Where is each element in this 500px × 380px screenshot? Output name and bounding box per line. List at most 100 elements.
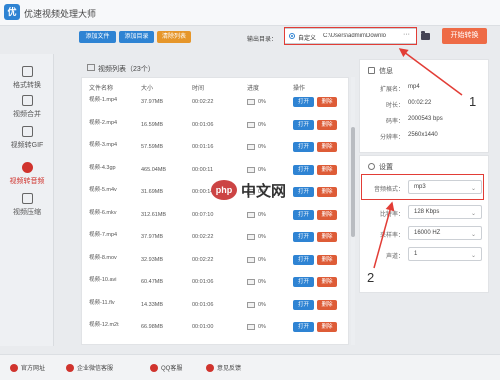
open-button[interactable]: 打开: [293, 119, 314, 130]
scroll-thumb[interactable]: [351, 127, 355, 237]
file-size: 31.69MB: [141, 189, 164, 195]
delete-button[interactable]: 删除: [317, 142, 337, 152]
open-button[interactable]: 打开: [293, 164, 314, 175]
open-button[interactable]: 打开: [293, 254, 314, 265]
open-button[interactable]: 打开: [293, 232, 314, 242]
file-size: 16.59MB: [141, 121, 164, 128]
sample-rate-value: 16000 HZ: [414, 230, 441, 236]
column-duration: 时间: [192, 86, 205, 92]
table-row[interactable]: 视频-2.mp4 16.59MB 00:01:06 0% 打开 删除: [82, 117, 348, 136]
info-key-duration: 时长：: [385, 103, 404, 109]
wechat-icon: [66, 363, 74, 372]
progress-percent: 0%: [258, 279, 266, 285]
footer-link-website[interactable]: 官方网址: [10, 363, 45, 372]
video-list-header: 视频列表（23个）: [81, 61, 349, 75]
delete-button[interactable]: 删除: [317, 164, 337, 175]
delete-button[interactable]: 删除: [317, 254, 337, 265]
delete-button[interactable]: 删除: [317, 322, 337, 332]
delete-button[interactable]: 删除: [317, 187, 337, 197]
progress-percent: 0%: [258, 234, 266, 240]
column-actions: 操作: [293, 86, 306, 92]
app-logo-icon: 优: [4, 4, 20, 20]
bitrate-label: 比特率：: [379, 212, 404, 218]
file-size: 37.97MB: [141, 99, 164, 105]
sidebar-item-video-compress[interactable]: 视频压缩: [0, 193, 54, 217]
file-size: 32.93MB: [141, 256, 164, 263]
chevron-down-icon: ⌄: [470, 253, 476, 259]
open-folder-icon[interactable]: [421, 31, 430, 40]
annotation-number-2: 2: [367, 270, 375, 285]
file-name: 视频-4.3gp: [89, 164, 116, 171]
info-value-duration: 00:02:22: [408, 100, 432, 106]
audio-icon: [21, 162, 33, 173]
chevron-down-icon: ⌄: [470, 211, 476, 217]
table-row[interactable]: 视频-8.mov 32.93MB 00:02:22 0% 打开 删除: [82, 252, 348, 271]
delete-button[interactable]: 删除: [317, 119, 337, 130]
open-button[interactable]: 打开: [293, 209, 314, 220]
open-button[interactable]: 打开: [293, 142, 314, 152]
start-convert-button[interactable]: 开始转换: [442, 28, 487, 44]
file-duration: 00:01:06: [192, 301, 214, 308]
file-name: 视频-11.flv: [89, 299, 115, 306]
progress-bar: [247, 211, 255, 218]
chevron-down-icon: ⌄: [470, 232, 476, 238]
delete-button[interactable]: 删除: [317, 97, 337, 107]
table-row[interactable]: 视频-7.mp4 37.97MB 00:02:22 0% 打开 删除: [82, 229, 348, 248]
delete-button[interactable]: 删除: [317, 277, 337, 287]
table-row[interactable]: 视频-11.flv 14.33MB 00:01:06 0% 打开 删除: [82, 297, 348, 316]
delete-button[interactable]: 删除: [317, 209, 337, 220]
delete-button[interactable]: 删除: [317, 232, 337, 242]
footer-link-wechat[interactable]: 企业微信客服: [66, 363, 113, 372]
progress-percent: 0%: [258, 144, 266, 150]
list-scrollbar[interactable]: [351, 77, 355, 345]
video-list-title: 视频列表（23个）: [98, 66, 155, 73]
sample-rate-select[interactable]: 16000 HZ ⌄: [408, 226, 482, 240]
watermark: php 中文网: [211, 176, 301, 208]
open-button[interactable]: 打开: [293, 277, 314, 287]
add-file-button[interactable]: 添加文件: [79, 31, 116, 43]
watermark-logo: php: [211, 180, 237, 200]
sidebar-item-video-merge[interactable]: 视频合并: [0, 95, 54, 119]
open-button[interactable]: 打开: [293, 97, 314, 107]
open-button[interactable]: 打开: [293, 299, 314, 310]
table-row[interactable]: 视频-10.avi 60.47MB 00:01:06 0% 打开 删除: [82, 274, 348, 293]
column-size: 大小: [141, 86, 154, 92]
column-name: 文件名称: [89, 86, 114, 92]
file-name: 视频-1.mp4: [89, 97, 118, 103]
file-duration: 00:01:16: [192, 144, 214, 150]
file-duration: 00:01:06: [192, 121, 214, 128]
table-row[interactable]: 视频-1.mp4 37.97MB 00:02:22 0% 打开 删除: [82, 94, 348, 113]
feedback-icon: [206, 363, 214, 372]
info-title: 信息: [379, 68, 393, 75]
sidebar-item-label: 视频压缩: [13, 209, 41, 216]
sidebar-item-format-convert[interactable]: 格式转换: [0, 66, 54, 90]
table-row[interactable]: 视频-12.m2t 66.98MB 00:01:00 0% 打开 删除: [82, 319, 348, 338]
list-icon: [87, 64, 95, 71]
footer-link-qq[interactable]: QQ客服: [150, 363, 182, 372]
info-key-extension: 扩展名：: [380, 87, 405, 93]
sidebar-item-video-to-gif[interactable]: 视频转GIF: [0, 126, 54, 150]
watermark-text: 中文网: [241, 183, 287, 200]
sidebar-item-label: 视频合并: [13, 111, 41, 118]
add-folder-button[interactable]: 添加目录: [119, 31, 154, 43]
clear-list-button[interactable]: 清除列表: [157, 31, 191, 43]
delete-button[interactable]: 删除: [317, 299, 337, 310]
app-title: 优速视频处理大师: [24, 9, 97, 19]
title-bar: 优 优速视频处理大师: [0, 0, 500, 26]
info-icon: [368, 67, 375, 74]
open-button[interactable]: 打开: [293, 322, 314, 332]
progress-percent: 0%: [258, 166, 266, 173]
footer-link-feedback[interactable]: 意见反馈: [206, 363, 241, 372]
info-value-bitrate: 2000543 bps: [408, 116, 443, 122]
home-icon: [10, 363, 18, 372]
table-row[interactable]: 视频-6.mkv 312.61MB 00:07:10 0% 打开 删除: [82, 207, 348, 226]
column-progress: 进度: [247, 86, 260, 92]
compress-icon: [21, 193, 33, 204]
video-merge-icon: [21, 95, 33, 106]
sidebar-item-video-to-audio[interactable]: 视频转音频: [0, 162, 54, 186]
file-name: 视频-5.m4v: [89, 187, 117, 193]
channels-select[interactable]: 1 ⌄: [408, 247, 482, 261]
bitrate-select[interactable]: 128 Kbps ⌄: [408, 205, 482, 219]
progress-bar: [247, 301, 255, 308]
table-row[interactable]: 视频-3.mp4 57.59MB 00:01:16 0% 打开 删除: [82, 139, 348, 158]
